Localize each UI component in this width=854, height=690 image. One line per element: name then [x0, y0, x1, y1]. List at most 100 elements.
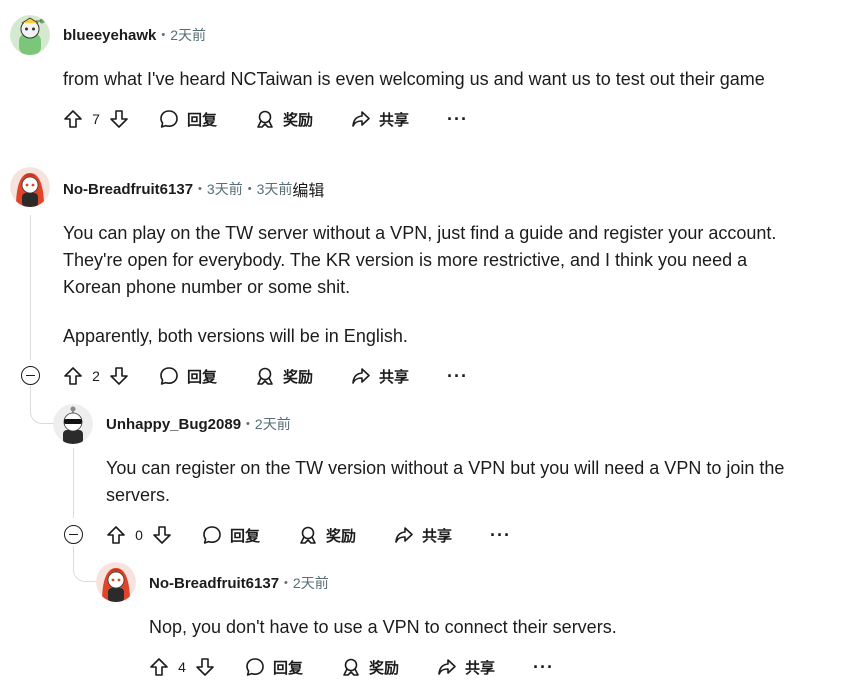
collapse-button[interactable] — [64, 525, 83, 544]
award-button[interactable]: 奖励 — [341, 657, 399, 678]
user-avatar-icon — [10, 167, 50, 207]
timestamp[interactable]: 2天前 — [255, 414, 291, 434]
action-bar: 2 回复 奖励 共享 ··· — [63, 360, 468, 392]
award-icon — [257, 110, 273, 128]
award-icon — [300, 526, 316, 544]
reply-button[interactable]: 回复 — [159, 366, 217, 387]
user-avatar-icon — [10, 15, 50, 55]
share-label: 共享 — [379, 111, 410, 129]
avatar[interactable] — [10, 15, 50, 55]
share-arrow-icon — [438, 659, 456, 675]
vote-count: 2 — [92, 368, 100, 384]
upvote-button[interactable] — [149, 657, 169, 677]
award-icon — [257, 367, 273, 385]
edited-timestamp: 3天前 — [256, 181, 293, 197]
comment-meta: blueeyehawk • 2天前 — [63, 23, 206, 47]
action-bar: 7 回复 奖励 共享 ··· — [63, 103, 468, 135]
upvote-button[interactable] — [63, 109, 83, 129]
share-button[interactable]: 共享 — [351, 109, 409, 130]
arrow-up-icon — [64, 110, 82, 128]
downvote-button[interactable] — [195, 657, 215, 677]
avatar[interactable] — [10, 167, 50, 207]
timestamp[interactable]: 2天前 — [170, 25, 206, 45]
share-button[interactable]: 共享 — [437, 657, 495, 678]
username[interactable]: No-Breadfruit6137 — [149, 575, 279, 592]
username[interactable]: No-Breadfruit6137 — [63, 181, 193, 198]
more-options-button[interactable]: ··· — [447, 109, 468, 130]
thread-line — [30, 215, 31, 360]
thread-line — [73, 448, 74, 518]
comment-text: Nop, you don't have to use a VPN to conn… — [149, 617, 617, 637]
share-button[interactable]: 共享 — [394, 525, 452, 546]
award-button[interactable]: 奖励 — [255, 366, 313, 387]
award-button[interactable]: 奖励 — [255, 109, 313, 130]
speech-bubble-icon — [160, 367, 178, 385]
comment-body: You can play on the TW server without a … — [63, 220, 853, 350]
avatar[interactable] — [96, 562, 136, 602]
arrow-up-icon — [64, 367, 82, 385]
separator-dot: • — [246, 418, 250, 430]
action-bar: 0 回复 奖励 共享 ··· — [106, 519, 511, 551]
user-avatar-icon — [96, 562, 136, 602]
edited-label: 编辑 — [292, 183, 325, 200]
comment-body: Nop, you don't have to use a VPN to conn… — [149, 614, 839, 641]
vote-count: 4 — [178, 659, 186, 675]
share-button[interactable]: 共享 — [351, 366, 409, 387]
arrow-down-icon — [153, 526, 171, 544]
reply-label: 回复 — [187, 111, 218, 129]
reply-button[interactable]: 回复 — [202, 525, 260, 546]
username[interactable]: blueeyehawk — [63, 27, 156, 44]
comment-thread: blueeyehawk • 2天前 from what I've heard N… — [0, 0, 854, 690]
separator-dot: • — [198, 183, 202, 195]
share-label: 共享 — [422, 527, 453, 545]
collapse-button[interactable] — [21, 366, 40, 385]
vote-count: 0 — [135, 527, 143, 543]
timestamp[interactable]: 3天前 — [207, 179, 243, 199]
arrow-down-icon — [110, 367, 128, 385]
comment-line: servers. — [106, 485, 171, 505]
award-icon — [343, 658, 359, 676]
award-label: 奖励 — [369, 659, 400, 677]
comment-meta: No-Breadfruit6137 • 3天前 • 3天前 编辑 — [63, 177, 324, 201]
comment-text: from what I've heard NCTaiwan is even we… — [63, 69, 765, 89]
upvote-button[interactable] — [63, 366, 83, 386]
comment-text: You can register on the TW version witho… — [106, 455, 841, 509]
comment-text: You can play on the TW server without a … — [63, 220, 853, 301]
award-button[interactable]: 奖励 — [298, 525, 356, 546]
separator-dot: • — [247, 183, 252, 195]
comment-line: You can register on the TW version witho… — [106, 458, 785, 478]
action-bar: 4 回复 奖励 共享 ··· — [149, 651, 554, 683]
share-arrow-icon — [352, 368, 370, 384]
comment-line: You can play on the TW server without a … — [63, 223, 777, 243]
share-label: 共享 — [465, 659, 496, 677]
upvote-button[interactable] — [106, 525, 126, 545]
comment-body: You can register on the TW version witho… — [106, 455, 841, 509]
vote-count: 7 — [92, 111, 100, 127]
speech-bubble-icon — [160, 110, 178, 128]
reply-label: 回复 — [273, 659, 304, 677]
username[interactable]: Unhappy_Bug2089 — [106, 416, 241, 433]
award-label: 奖励 — [326, 527, 357, 545]
more-options-button[interactable]: ··· — [447, 366, 468, 387]
arrow-up-icon — [150, 658, 168, 676]
downvote-button[interactable] — [109, 109, 129, 129]
award-label: 奖励 — [283, 368, 314, 386]
avatar[interactable] — [53, 404, 93, 444]
reply-button[interactable]: 回复 — [159, 109, 217, 130]
arrow-down-icon — [196, 658, 214, 676]
more-options-button[interactable]: ··· — [533, 657, 554, 678]
comment-line: Korean phone number or some shit. — [63, 277, 351, 297]
timestamp[interactable]: 2天前 — [293, 573, 329, 593]
more-options-button[interactable]: ··· — [490, 525, 511, 546]
award-label: 奖励 — [283, 111, 314, 129]
share-arrow-icon — [395, 527, 413, 543]
separator-dot: • — [161, 29, 166, 41]
comment-meta: Unhappy_Bug2089 • 2天前 — [106, 412, 291, 436]
reply-label: 回复 — [187, 368, 218, 386]
downvote-button[interactable] — [152, 525, 172, 545]
reply-button[interactable]: 回复 — [245, 657, 303, 678]
comment-text: Apparently, both versions will be in Eng… — [63, 326, 408, 346]
share-arrow-icon — [352, 111, 370, 127]
speech-bubble-icon — [203, 526, 221, 544]
downvote-button[interactable] — [109, 366, 129, 386]
